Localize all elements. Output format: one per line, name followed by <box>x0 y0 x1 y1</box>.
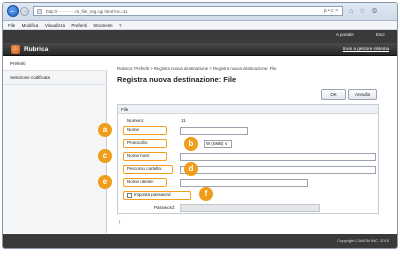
menu-preferiti[interactable]: Preferiti <box>71 21 87 30</box>
back-icon[interactable]: ← <box>7 5 19 17</box>
protocollo-select[interactable]: W (SMB) ∨ <box>204 140 232 148</box>
percorso-cartella-input[interactable] <box>180 166 376 174</box>
address-bar[interactable]: http://············/a_file_reg.cgi.html?… <box>33 6 343 16</box>
url-text: http://············/a_file_reg.cgi.html?… <box>46 9 128 14</box>
back-to-top-icon[interactable]: ↑ <box>118 220 121 226</box>
imposta-password-option[interactable]: Imposta password <box>123 191 191 200</box>
sidebar: Preferiti Selezione codificata <box>3 57 107 233</box>
menu-file[interactable]: File <box>8 21 15 30</box>
breadcrumb: Rubrica: Preferiti > Registra nuova dest… <box>117 66 277 71</box>
nome-utente-input[interactable] <box>180 179 308 187</box>
password-label: Password: <box>154 205 176 210</box>
menu-modifica[interactable]: Modifica <box>22 21 39 30</box>
menu-help[interactable]: ? <box>119 21 122 30</box>
star-icon[interactable]: ☆ <box>359 7 367 15</box>
address-tools[interactable]: ρ • c × <box>324 8 338 14</box>
system-manager-link[interactable]: Invio a gestore sistema <box>343 46 389 51</box>
sidebar-item-preferiti[interactable]: Preferiti <box>3 57 107 71</box>
menu-visualizza[interactable]: Visualizza <box>45 21 65 30</box>
forward-icon[interactable]: → <box>20 7 29 16</box>
ok-button[interactable]: OK <box>321 89 346 100</box>
sidebar-item-selezione-codificata[interactable]: Selezione codificata <box>3 71 107 85</box>
password-input <box>180 204 320 212</box>
browser-menubar: File Modifica Visualizza Preferiti Strum… <box>3 21 397 30</box>
portal-link[interactable]: A portale <box>336 32 354 37</box>
browser-window: ← → http://············/a_file_reg.cgi.h… <box>2 2 398 249</box>
numero-value: 11 <box>181 118 186 123</box>
nome-host-label: Nome host: <box>123 152 167 161</box>
address-book-icon <box>11 45 20 54</box>
home-icon[interactable]: ⌂ <box>349 8 355 15</box>
imposta-password-label: Imposta password <box>134 192 171 197</box>
page-title: Registra nuova destinazione: File <box>117 75 237 84</box>
page-icon <box>37 9 42 14</box>
callout-badge-e: e <box>98 175 112 189</box>
footer: Copyright CANON INC. 2015 <box>3 234 397 248</box>
callout-badge-f: f <box>199 187 213 201</box>
gear-icon[interactable]: ⚙ <box>371 7 379 15</box>
imposta-password-checkbox[interactable] <box>127 193 132 198</box>
app-titlebar: Rubrica Invio a gestore sistema <box>3 43 397 56</box>
callout-badge-b: b <box>184 137 198 151</box>
file-section: File Numero: 11 Nome Protocollo: W (SMB)… <box>117 104 379 214</box>
nome-input[interactable] <box>180 127 248 135</box>
nome-label: Nome <box>123 126 167 135</box>
browser-toolbar: ← → http://············/a_file_reg.cgi.h… <box>3 3 397 21</box>
percorso-cartella-label: Percorso cartella: <box>123 165 173 174</box>
nome-host-input[interactable] <box>180 153 376 161</box>
menu-strumenti[interactable]: Strumenti <box>93 21 112 30</box>
protocollo-label: Protocollo: <box>123 139 167 148</box>
cancel-button[interactable]: Annulla <box>348 89 377 100</box>
callout-badge-c: c <box>98 149 112 163</box>
copyright-text: Copyright CANON INC. 2015 <box>337 238 389 243</box>
nome-utente-label: Nome utente: <box>123 178 167 187</box>
callout-badge-a: a <box>98 123 112 137</box>
section-header: File <box>118 105 378 114</box>
callout-badge-d: d <box>184 162 198 176</box>
app-header: A portale Esci <box>3 30 397 43</box>
logout-link[interactable]: Esci <box>376 32 385 37</box>
browser-icons: ⌂ ☆ ⚙ <box>349 7 380 15</box>
numero-label: Numero: <box>127 118 145 123</box>
app-title: Rubrica <box>24 46 49 53</box>
